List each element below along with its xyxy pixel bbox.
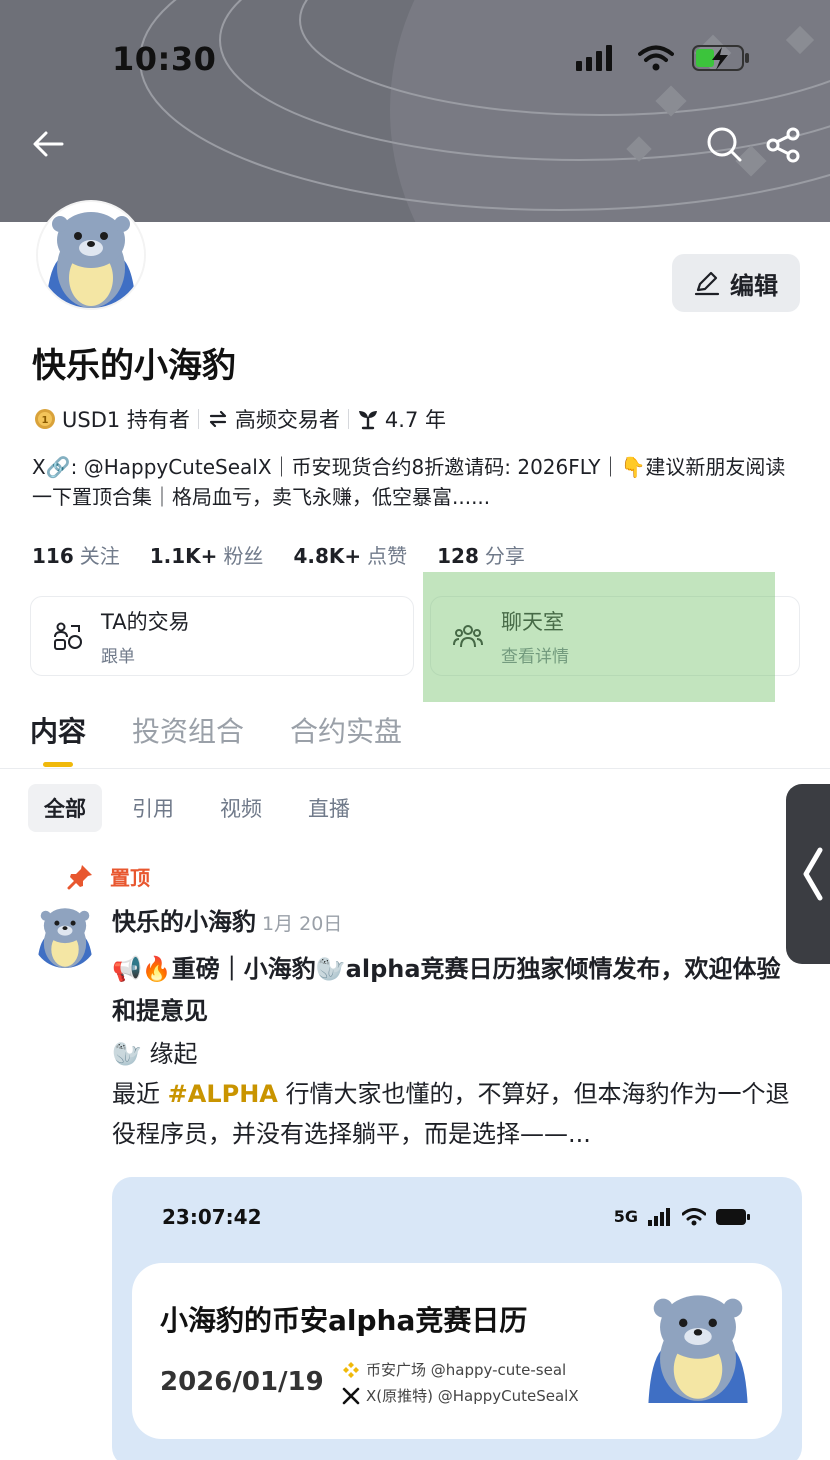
profile-name: 快乐的小海豹	[32, 346, 236, 386]
chevron-left-icon	[803, 847, 823, 901]
filter-live[interactable]: 直播	[292, 784, 366, 832]
card-subtitle: 跟单	[101, 646, 135, 667]
media-network-label: 5G	[613, 1207, 638, 1226]
search-icon[interactable]	[704, 124, 744, 164]
status-icons	[576, 44, 750, 72]
cellular-signal-icon	[576, 45, 612, 71]
hashtag-link[interactable]: #ALPHA	[168, 1080, 278, 1108]
badge-usd1-holder[interactable]: 1 USD1 持有者	[34, 404, 190, 434]
share-icon[interactable]	[764, 126, 802, 164]
badge-divider	[347, 409, 349, 429]
exchange-icon	[209, 410, 227, 428]
stat-following[interactable]: 116 关注	[32, 540, 120, 569]
banner-decoration	[139, 0, 830, 222]
seal-avatar-image	[32, 902, 98, 968]
post-date: 1月 20日	[262, 913, 343, 935]
media-line1: 币安广场 @happy-cute-seal	[366, 1361, 567, 1379]
filter-all[interactable]: 全部	[28, 784, 102, 832]
coin-icon: 1	[35, 409, 55, 429]
media-status-time: 23:07:42	[162, 1205, 262, 1229]
stat-label: 点赞	[367, 544, 408, 568]
back-arrow-icon[interactable]	[28, 124, 68, 164]
post-title[interactable]: 📢🔥重磅｜小海豹🦭alpha竞赛日历独家倾情发布，欢迎体验和提意见	[112, 948, 792, 1032]
binance-square-icon	[343, 1361, 359, 1378]
battery-charging-icon	[692, 45, 749, 71]
media-source-x: X(原推特) @HappyCuteSealX	[342, 1385, 579, 1406]
stat-likes[interactable]: 4.8K+ 点赞	[293, 540, 407, 569]
badge-divider	[197, 409, 199, 429]
post-media-preview[interactable]: 23:07:42 5G 小海豹的币安alpha竞赛日历 2026/01/19 币…	[112, 1177, 802, 1460]
svg-text:1: 1	[42, 415, 49, 426]
seal-avatar-image	[38, 202, 144, 308]
tab-content[interactable]: 内容	[30, 710, 86, 750]
badge-label: 高频交易者	[234, 408, 340, 432]
post-body-prefix: 最近	[112, 1080, 168, 1108]
stat-label: 粉丝	[223, 544, 264, 568]
media-date: 2026/01/19	[160, 1367, 324, 1397]
copy-trade-icon	[54, 622, 82, 650]
stat-shares[interactable]: 128 分享	[437, 540, 525, 569]
stat-value: 128	[437, 544, 479, 568]
pin-icon	[67, 864, 92, 889]
tab-futures-live[interactable]: 合约实盘	[290, 710, 402, 750]
status-time: 10:30	[112, 40, 217, 78]
pinned-indicator: 置顶	[66, 862, 150, 891]
side-drawer-handle[interactable]	[786, 784, 830, 964]
selection-highlight	[423, 572, 775, 702]
profile-banner: 10:30	[0, 0, 830, 222]
filter-quotes[interactable]: 引用	[116, 784, 190, 832]
tab-portfolio[interactable]: 投资组合	[132, 710, 244, 750]
card-trades[interactable]: TA的交易 跟单	[30, 596, 414, 676]
cellular-signal-icon	[648, 1207, 670, 1226]
post-body[interactable]: 最近 #ALPHA 行情大家也懂的，不算好，但本海豹作为一个退役程序员，并没有选…	[112, 1074, 792, 1154]
media-line2: X(原推特) @HappyCuteSealX	[366, 1387, 579, 1405]
stat-value: 116	[32, 544, 74, 568]
badge-label: USD1 持有者	[62, 408, 190, 432]
profile-stats: 116 关注 1.1K+ 粉丝 4.8K+ 点赞 128 分享	[32, 540, 525, 569]
battery-icon	[716, 1208, 750, 1225]
wifi-icon	[638, 45, 674, 71]
media-status-icons: 5G	[614, 1207, 750, 1226]
media-source-square: 币安广场 @happy-cute-seal	[342, 1359, 566, 1380]
profile-badges: 1 USD1 持有者 高频交易者 4.7 年	[34, 404, 446, 434]
edit-label: 编辑	[730, 271, 778, 300]
badge-account-age[interactable]: 4.7 年	[357, 404, 446, 434]
profile-avatar[interactable]	[36, 200, 146, 310]
active-tab-indicator	[43, 762, 73, 767]
card-title: TA的交易	[101, 609, 190, 634]
filter-videos[interactable]: 视频	[204, 784, 278, 832]
wifi-icon	[682, 1207, 706, 1225]
tabs-divider	[0, 768, 830, 769]
x-logo-icon	[342, 1387, 360, 1404]
badge-label: 4.7 年	[384, 408, 446, 432]
post-author-name[interactable]: 快乐的小海豹	[112, 908, 256, 936]
stat-label: 分享	[484, 544, 525, 568]
stat-value: 4.8K+	[293, 544, 362, 568]
post-subtitle: 🦭 缘起	[112, 1040, 198, 1068]
stat-label: 关注	[79, 544, 120, 568]
pinned-label: 置顶	[110, 866, 150, 890]
seal-mascot-image	[648, 1295, 748, 1403]
post-author-row: 快乐的小海豹 1月 20日	[112, 902, 342, 937]
stat-value: 1.1K+	[149, 544, 218, 568]
media-title: 小海豹的币安alpha竞赛日历	[160, 1304, 528, 1337]
profile-bio: X🔗: @HappyCuteSealX｜币安现货合约8折邀请码: 2026FLY…	[32, 455, 786, 509]
content-filters: 全部 引用 视频 直播	[28, 784, 366, 832]
sprout-icon	[358, 411, 377, 430]
stat-followers[interactable]: 1.1K+ 粉丝	[150, 540, 264, 569]
profile-tabs: 内容 投资组合 合约实盘	[30, 710, 402, 750]
edit-profile-button[interactable]: 编辑	[672, 254, 800, 312]
pencil-icon	[694, 271, 720, 296]
post-author-avatar[interactable]	[32, 902, 98, 968]
media-calendar-card: 小海豹的币安alpha竞赛日历 2026/01/19 币安广场 @happy-c…	[132, 1263, 782, 1439]
badge-high-frequency-trader[interactable]: 高频交易者	[207, 404, 340, 434]
